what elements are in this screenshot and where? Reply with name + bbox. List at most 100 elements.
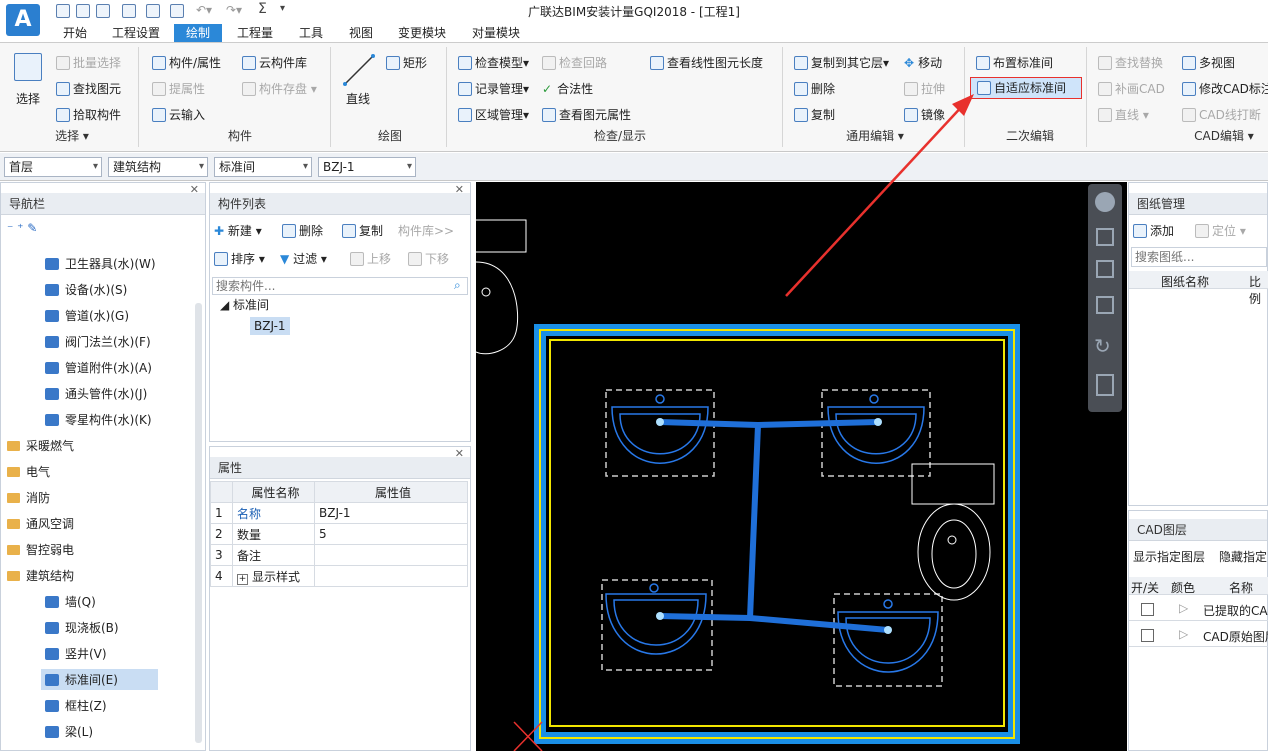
cad-line-break-button[interactable]: CAD线打断 xyxy=(1182,107,1261,123)
view-element-property-button[interactable]: 查看图元属性 xyxy=(542,107,631,123)
grid-icon[interactable] xyxy=(1096,374,1114,396)
area-manage-button[interactable]: 区域管理▾ xyxy=(458,107,529,123)
find-element-button[interactable]: 查找图元 xyxy=(56,81,121,97)
nav-item[interactable]: 建筑结构 xyxy=(7,567,74,584)
floor-select[interactable]: 首层 xyxy=(4,157,102,177)
tab-draw[interactable]: 绘制 xyxy=(174,24,222,44)
add-drawing-button[interactable]: 添加 xyxy=(1133,223,1174,239)
table-row[interactable]: 2 数量 5 xyxy=(210,523,468,545)
3d-view-icon[interactable] xyxy=(1096,228,1114,246)
app-logo[interactable]: A xyxy=(6,4,40,36)
nav-item[interactable]: 智控弱电 xyxy=(7,541,74,558)
open-file-icon[interactable] xyxy=(76,4,90,18)
nav-item[interactable]: 采暖燃气 xyxy=(7,437,74,454)
top-view-icon[interactable] xyxy=(1096,260,1114,278)
find-replace-button[interactable]: 查找替换 xyxy=(1098,55,1163,71)
nav-item[interactable]: 管道(水)(G) xyxy=(45,307,129,324)
move-down-button[interactable]: 下移 xyxy=(408,251,449,267)
table-row[interactable]: 1 名称 BZJ-1 xyxy=(210,502,468,524)
table-row[interactable]: 4 + 显示样式 xyxy=(210,565,468,587)
component-library-button[interactable]: 构件库>> xyxy=(398,223,454,239)
cloud-input-button[interactable]: 云输入 xyxy=(152,107,205,123)
nav-item[interactable]: 零星构件(水)(K) xyxy=(45,411,152,428)
tab-view[interactable]: 视图 xyxy=(346,24,376,44)
nav-item[interactable]: 框柱(Z) xyxy=(45,697,107,714)
component-select[interactable]: BZJ-1 xyxy=(318,157,416,177)
new-component-button[interactable]: ✚ 新建 ▾ xyxy=(214,223,262,239)
drawing-search-input[interactable] xyxy=(1131,247,1267,267)
orbit-icon[interactable] xyxy=(1095,192,1115,212)
side-view-icon[interactable] xyxy=(1096,296,1114,314)
nav-item[interactable]: 消防 xyxy=(7,489,50,506)
select-button[interactable] xyxy=(14,53,45,82)
nav-item[interactable]: 标准间(E) xyxy=(41,669,158,690)
nav-item[interactable]: 管道附件(水)(A) xyxy=(45,359,152,376)
tab-project-settings[interactable]: 工程设置 xyxy=(110,24,162,44)
copy-to-other-floor-button[interactable]: 复制到其它层▾ xyxy=(794,55,889,71)
line-draw-button[interactable] xyxy=(342,53,376,91)
layer-checkbox[interactable] xyxy=(1141,603,1154,616)
collapse-icon[interactable]: ⁻ ⁺ ✎ xyxy=(7,221,37,235)
extract-property-button[interactable]: 提属性 xyxy=(152,81,205,97)
search-icon[interactable]: ⌕ xyxy=(454,278,461,293)
fill-cad-button[interactable]: 补画CAD xyxy=(1098,81,1165,97)
split-icon[interactable] xyxy=(170,4,184,18)
tab-change-module[interactable]: 变更模块 xyxy=(396,24,448,44)
component-save-button[interactable]: 构件存盘 ▾ xyxy=(242,81,317,97)
redo-icon[interactable]: ↷▾ xyxy=(226,3,242,17)
nav-item[interactable]: 墙(Q) xyxy=(45,593,96,610)
nav-item[interactable]: 通风空调 xyxy=(7,515,74,532)
tab-quantity[interactable]: 工程量 xyxy=(234,24,276,44)
check-loop-button[interactable]: 检查回路 xyxy=(542,55,607,71)
cad-icon[interactable] xyxy=(122,4,136,18)
nav-item[interactable]: 设备(水)(S) xyxy=(45,281,127,298)
delete-component-button[interactable]: 删除 xyxy=(282,223,323,239)
rectangle-button[interactable]: 矩形 xyxy=(386,55,427,71)
nav-item[interactable]: 竖井(V) xyxy=(45,645,107,662)
select-label[interactable]: 选择 xyxy=(16,91,40,107)
tree-root-standard-room[interactable]: ◢ 标准间 xyxy=(220,297,269,313)
view-linear-length-button[interactable]: 查看线性图元长度 xyxy=(650,55,763,71)
nav-item[interactable]: 梁(L) xyxy=(45,723,93,740)
modify-cad-annotation-button[interactable]: 修改CAD标注 xyxy=(1182,81,1268,97)
table-row[interactable]: ▷ 已提取的CAD xyxy=(1129,597,1268,621)
type-select[interactable]: 标准间 xyxy=(214,157,312,177)
move-up-button[interactable]: 上移 xyxy=(350,251,391,267)
new-file-icon[interactable] xyxy=(56,4,70,18)
component-property-button[interactable]: 构件/属性 xyxy=(152,55,221,71)
cad-line-button[interactable]: 直线 ▾ xyxy=(1098,107,1149,123)
customize-chevron-icon[interactable]: ▾ xyxy=(280,3,285,14)
nav-item[interactable]: 现浇板(B) xyxy=(45,619,119,636)
tab-start[interactable]: 开始 xyxy=(60,24,90,44)
hide-layer-button[interactable]: 隐藏指定 xyxy=(1219,549,1267,565)
cloud-library-button[interactable]: 云构件库 xyxy=(242,55,307,71)
undo-icon[interactable]: ↶▾ xyxy=(196,3,212,17)
bim-icon[interactable] xyxy=(146,4,160,18)
nav-item[interactable]: 卫生器具(水)(W) xyxy=(45,255,156,272)
legality-button[interactable]: ✓ 合法性 xyxy=(542,81,593,97)
locate-button[interactable]: 定位 ▾ xyxy=(1195,223,1246,239)
batch-select-button[interactable]: 批量选择 xyxy=(56,55,121,71)
filter-button[interactable]: ▼ 过滤 ▾ xyxy=(280,251,327,267)
tree-item-bzj1[interactable]: BZJ-1 xyxy=(250,317,290,335)
line-label[interactable]: 直线 xyxy=(346,91,370,107)
expand-icon[interactable]: + xyxy=(237,573,248,585)
move-button[interactable]: ✥ 移动 xyxy=(904,55,942,71)
sum-icon[interactable]: Σ xyxy=(258,1,267,17)
rotate-icon[interactable]: ↻ xyxy=(1094,334,1111,358)
nav-item[interactable]: 电气 xyxy=(7,463,50,480)
table-row[interactable]: ▷ CAD原始图层 xyxy=(1129,623,1268,647)
sort-button[interactable]: 排序 ▾ xyxy=(214,251,265,267)
tab-compare-module[interactable]: 对量模块 xyxy=(470,24,522,44)
tab-tools[interactable]: 工具 xyxy=(296,24,326,44)
place-standard-room-button[interactable]: 布置标准间 xyxy=(976,55,1053,71)
layer-checkbox[interactable] xyxy=(1141,629,1154,642)
pick-component-button[interactable]: 拾取构件 xyxy=(56,107,121,123)
table-row[interactable]: 3 备注 xyxy=(210,544,468,566)
category-select[interactable]: 建筑结构 xyxy=(108,157,208,177)
adaptive-standard-room-button[interactable]: 自适应标准间 xyxy=(970,77,1082,99)
show-layer-button[interactable]: 显示指定图层 xyxy=(1133,549,1205,565)
check-model-button[interactable]: 检查模型▾ xyxy=(458,55,529,71)
copy-component-button[interactable]: 复制 xyxy=(342,223,383,239)
nav-item[interactable]: 通头管件(水)(J) xyxy=(45,385,147,402)
